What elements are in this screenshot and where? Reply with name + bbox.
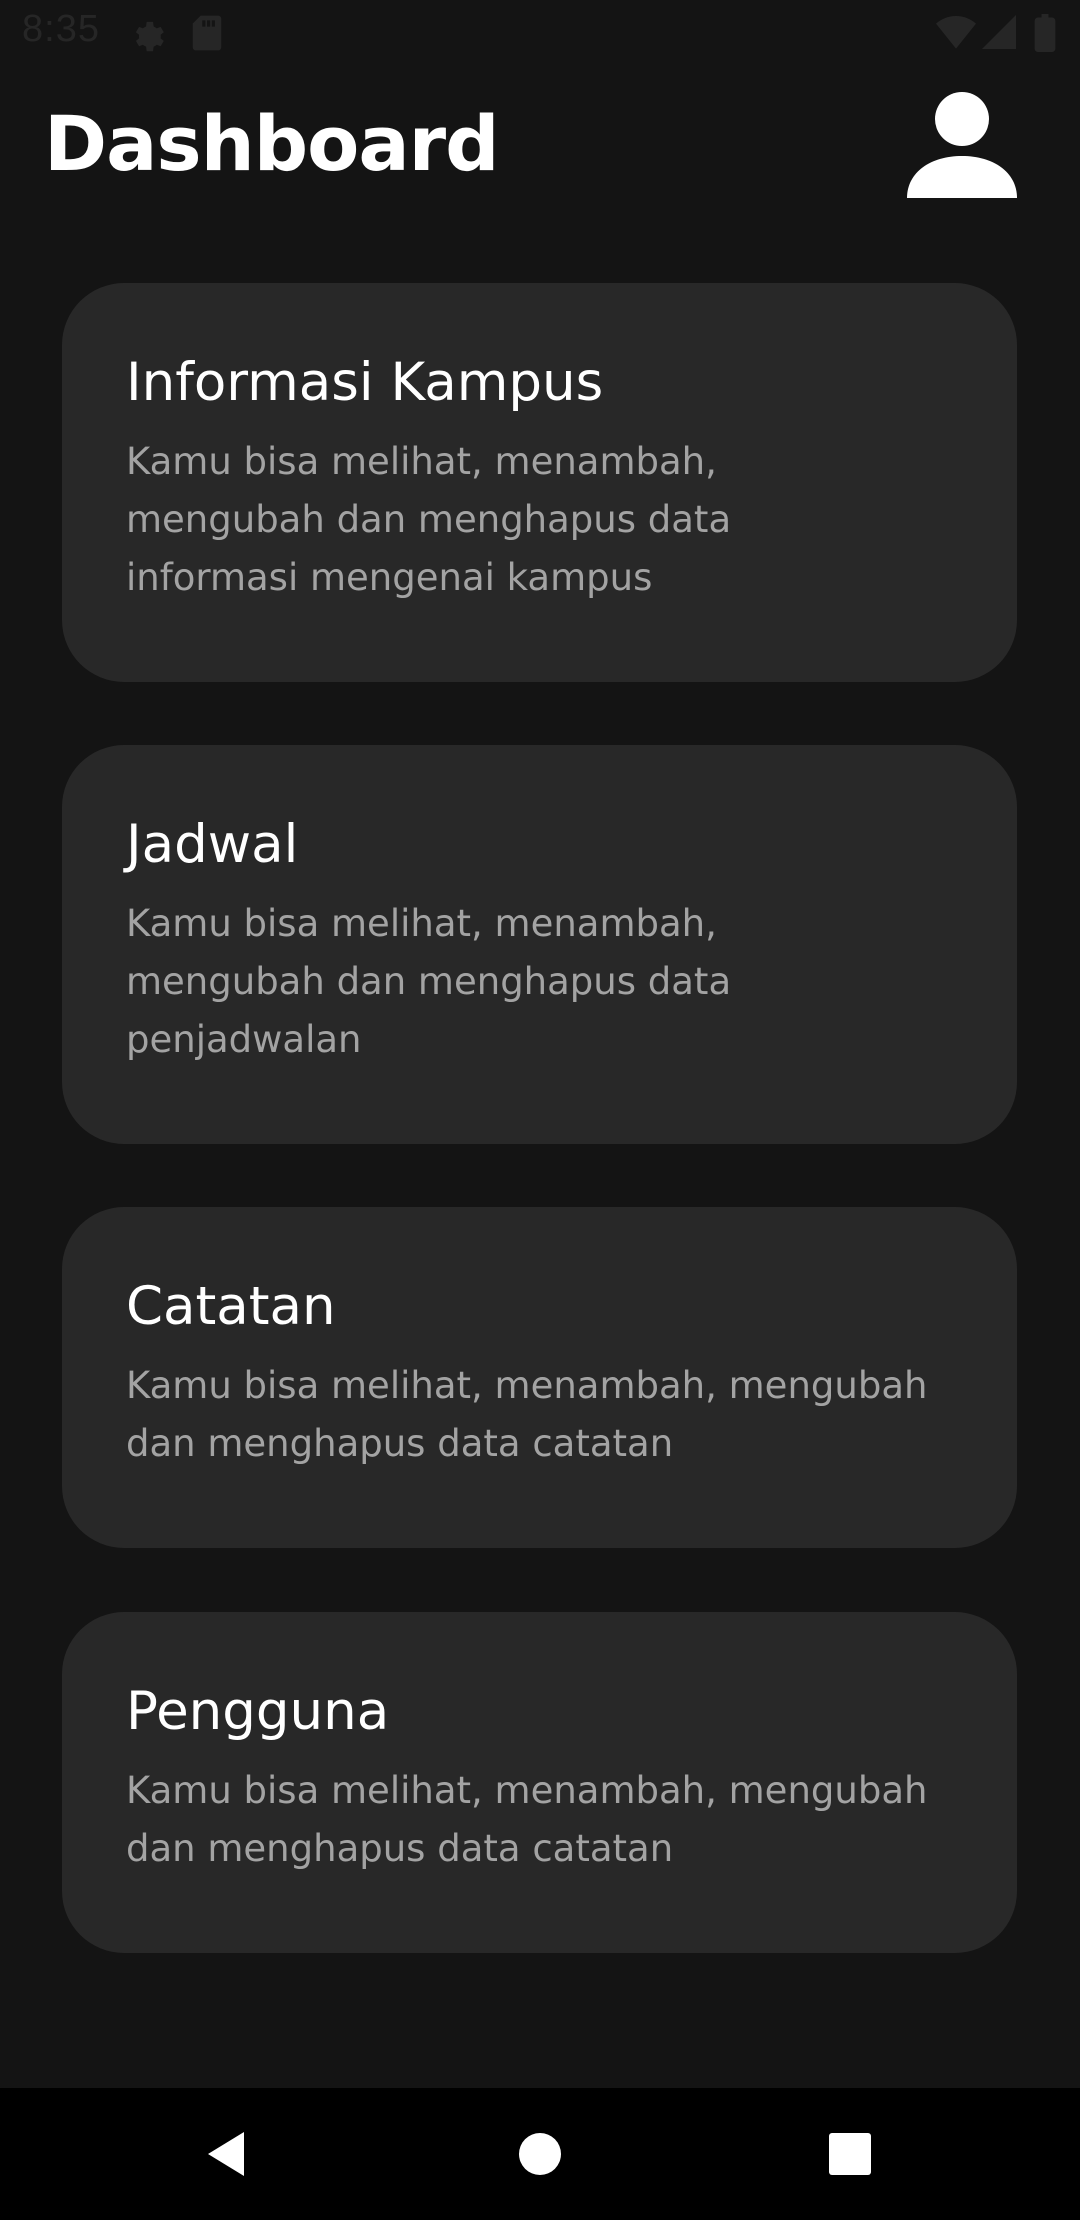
status-bar: 8:35	[0, 0, 1080, 66]
card-pengguna[interactable]: Pengguna Kamu bisa melihat, menambah, me…	[62, 1612, 1017, 1953]
recents-icon[interactable]	[812, 2116, 888, 2192]
card-description: Kamu bisa melihat, menambah, mengubah da…	[126, 440, 732, 599]
page-title: Dashboard	[44, 99, 499, 188]
card-title: Informasi Kampus	[126, 352, 604, 413]
person-icon[interactable]	[905, 86, 1019, 200]
card-title: Catatan	[126, 1276, 336, 1337]
sd-card-icon	[190, 14, 224, 56]
gear-icon	[128, 14, 166, 56]
card-title: Jadwal	[126, 814, 299, 875]
battery-icon	[1034, 14, 1056, 56]
wifi-icon	[936, 14, 976, 54]
signal-icon	[982, 14, 1016, 54]
card-catatan[interactable]: Catatan Kamu bisa melihat, menambah, men…	[62, 1207, 1017, 1548]
navigation-bar	[0, 2088, 1080, 2220]
card-jadwal[interactable]: Jadwal Kamu bisa melihat, menambah, meng…	[62, 745, 1017, 1144]
card-description: Kamu bisa melihat, menambah, mengubah da…	[126, 1364, 928, 1465]
status-time: 8:35	[22, 8, 100, 50]
card-informasi-kampus[interactable]: Informasi Kampus Kamu bisa melihat, mena…	[62, 283, 1017, 682]
card-title: Pengguna	[126, 1681, 390, 1742]
home-icon[interactable]	[502, 2116, 578, 2192]
dashboard-screen: 8:35 Dashboard Informasi Kampus Kamu bis…	[0, 0, 1080, 2220]
card-description: Kamu bisa melihat, menambah, mengubah da…	[126, 1769, 928, 1870]
card-description: Kamu bisa melihat, menambah, mengubah da…	[126, 902, 732, 1061]
back-icon[interactable]	[190, 2116, 266, 2192]
